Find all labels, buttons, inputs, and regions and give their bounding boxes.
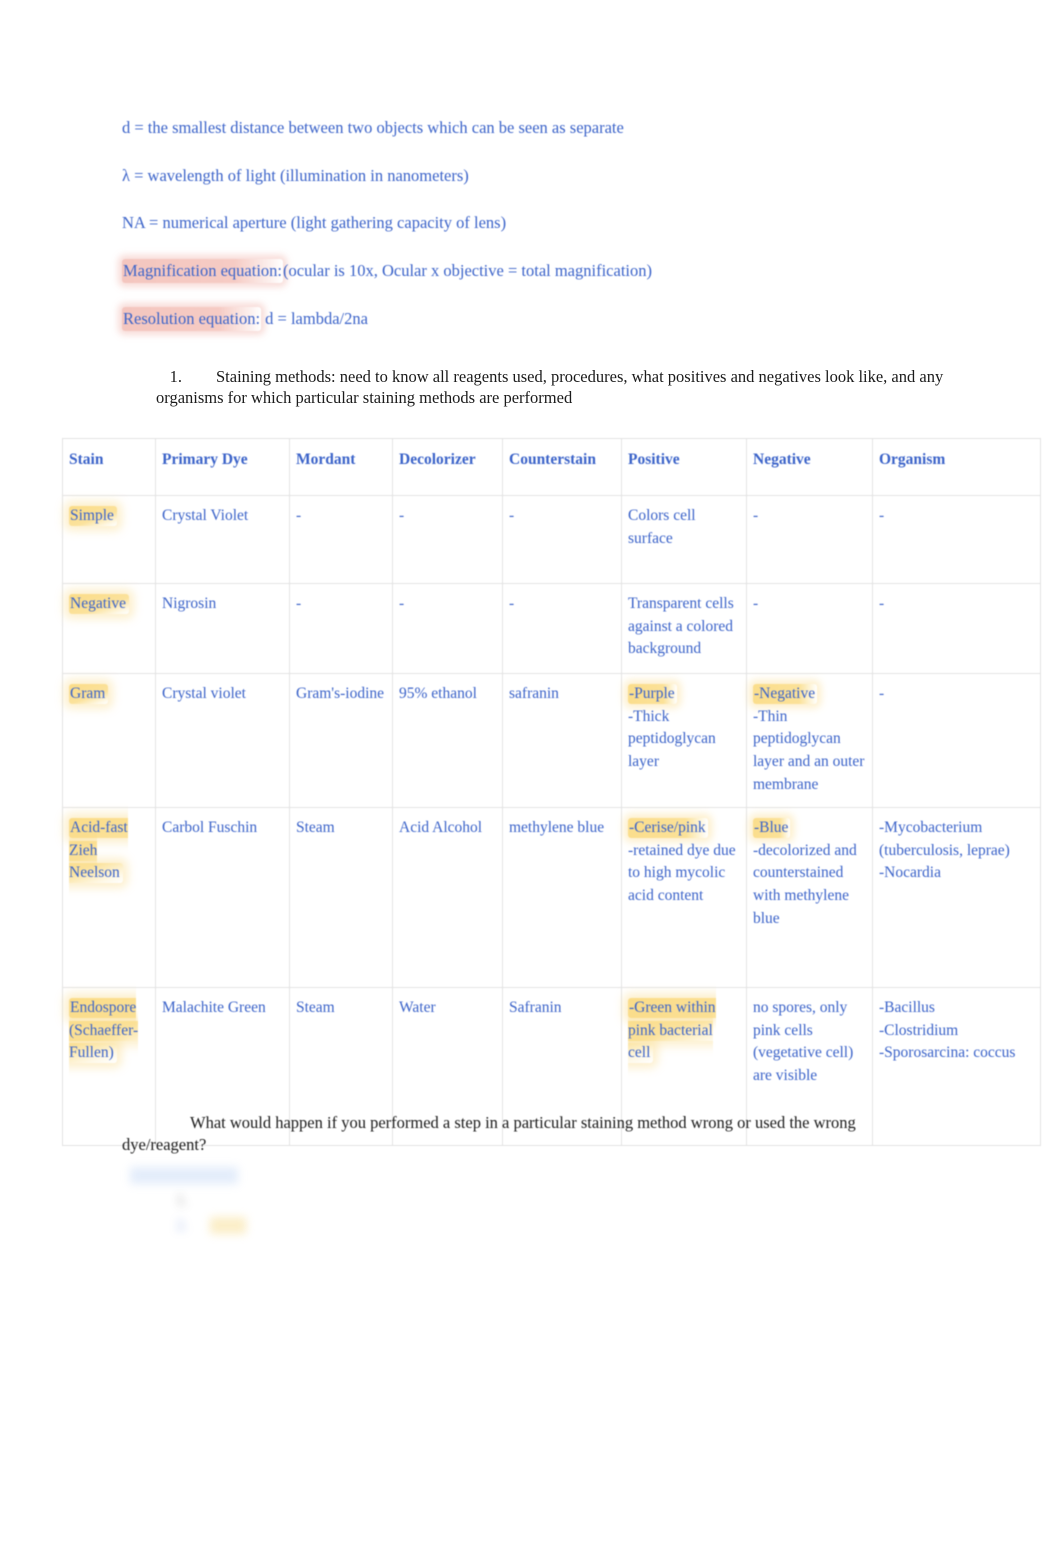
cell-mordant: - (289, 583, 393, 674)
cell-primary-dye: Carbol Fuschin (155, 807, 290, 988)
cell-counterstain: safranin (502, 673, 622, 808)
cell-primary-dye: Crystal Violet (155, 495, 290, 584)
cell-counterstain: methylene blue (502, 807, 622, 988)
definition-lambda: λ = wavelength of light (illumination in… (122, 165, 469, 185)
negative-line: -decolorized and counterstained with met… (753, 841, 857, 927)
positive-line: -Cerise/pink (628, 817, 740, 840)
positive-line: -retained dye due to high mycolic acid c… (628, 841, 736, 904)
cell-counterstain: - (502, 495, 622, 584)
definition-d: d = the smallest distance between two ob… (122, 118, 624, 137)
table-row: Gram Crystal violet Gram's-iodine 95% et… (62, 673, 1041, 808)
stain-name-highlighted: Endospore (Schaeffer-Fullen) (69, 998, 139, 1064)
cell-stain: Acid-fast Zieh Neelson (62, 807, 156, 988)
cell-negative: -Blue -decolorized and counterstained wi… (746, 807, 873, 988)
obscured-line-heading (130, 1164, 850, 1189)
stain-name-highlighted: Negative (69, 594, 129, 614)
list-marker: 1. (169, 367, 182, 386)
cell-decolorizer: Acid Alcohol (392, 807, 503, 988)
organism-line: -Mycobacterium (tuberculosis, leprae) (879, 819, 1010, 859)
cell-positive: -Purple -Thick peptidoglycan layer (621, 673, 747, 808)
cell-decolorizer: - (392, 583, 503, 674)
stain-name-highlighted: Simple (69, 506, 117, 526)
resolution-equation-line: Resolution equation: d = lambda/2na (122, 306, 952, 331)
magnification-equation-label: Magnification equation: (122, 258, 283, 283)
positive-result-highlighted: -Cerise/pink (628, 818, 708, 838)
cell-primary-dye: Nigrosin (155, 583, 290, 674)
cell-primary-dye: Crystal violet (155, 673, 290, 808)
definition-na: NA = numerical aperture (light gathering… (122, 213, 507, 233)
column-header-negative: Negative (746, 438, 873, 496)
cell-mordant: - (289, 495, 393, 584)
numbered-list-item: 1. Staining methods: need to know all re… (156, 366, 946, 408)
stain-name-highlighted: Gram (69, 684, 109, 704)
table-row: Acid-fast Zieh Neelson Carbol Fuschin St… (62, 807, 1041, 988)
cell-negative: -Negative -Thin peptidoglycan layer and … (746, 673, 873, 808)
cell-decolorizer: 95% ethanol (392, 673, 503, 808)
cell-positive: Transparent cells against a colored back… (621, 583, 747, 674)
cell-decolorizer: - (392, 495, 503, 584)
definitions-block: d = the smallest distance between two ob… (122, 118, 952, 331)
closing-question-paragraph: What would happen if you performed a ste… (122, 1113, 856, 1154)
cell-stain: Simple (62, 495, 156, 584)
cell-stain: Gram (62, 673, 156, 808)
organism-line: -Nocardia (879, 864, 941, 882)
obscured-line-2: 2. (130, 1214, 850, 1239)
cell-mordant: Steam (289, 807, 393, 988)
cell-stain: Negative (62, 583, 156, 674)
resolution-equation-value: d = lambda/2na (261, 308, 368, 328)
positive-result-highlighted: -Purple (628, 684, 677, 704)
table-row: Simple Crystal Violet - - - Colors cell … (62, 495, 1041, 584)
cell-positive: Colors cell surface (621, 495, 747, 584)
document-page: d = the smallest distance between two ob… (0, 0, 1062, 1556)
staining-methods-table-wrapper: Stain Primary Dye Mordant Decolorizer Co… (62, 438, 1041, 1146)
positive-line: -Purple (628, 683, 740, 706)
cell-counterstain: - (502, 583, 622, 674)
organism-line: -Clostridium (879, 1021, 959, 1039)
negative-line: -Negative (753, 683, 866, 706)
resolution-equation-label: Resolution equation: (122, 306, 262, 331)
organism-line: -Bacillus (879, 999, 935, 1016)
cell-organism: - (872, 495, 1041, 584)
staining-methods-table: Stain Primary Dye Mordant Decolorizer Co… (62, 438, 1041, 1146)
column-header-positive: Positive (621, 438, 747, 496)
list-item-text: Staining methods: need to know all reage… (156, 367, 944, 408)
table-header-row: Stain Primary Dye Mordant Decolorizer Co… (62, 438, 1041, 496)
positive-result-highlighted: -Green within pink bacterial cell (628, 998, 716, 1064)
column-header-counterstain: Counterstain (502, 438, 622, 496)
organism-line: -Sporosarcina: coccus (879, 1044, 1016, 1062)
positive-line: -Thick peptidoglycan layer (628, 707, 716, 770)
column-header-primary-dye: Primary Dye (155, 438, 290, 496)
obscured-line-1: 1. (176, 1191, 188, 1209)
column-header-mordant: Mordant (289, 438, 393, 496)
table-row: Negative Nigrosin - - - Transparent cell… (62, 583, 1041, 674)
column-header-organism: Organism (872, 438, 1041, 496)
magnification-equation-line: Magnification equation:(ocular is 10x, O… (122, 258, 952, 283)
cell-organism: - (872, 673, 1041, 808)
negative-line: -Thin peptidoglycan layer and an outer m… (753, 707, 865, 793)
obscured-answer-block: 1. 2. (130, 1164, 850, 1238)
column-header-decolorizer: Decolorizer (392, 438, 503, 496)
cell-organism: - (872, 583, 1041, 674)
stain-name-highlighted: Acid-fast Zieh Neelson (69, 818, 128, 884)
negative-line: -Blue (753, 817, 866, 840)
cell-organism: -Mycobacterium (tuberculosis, leprae) -N… (872, 807, 1041, 988)
column-header-stain: Stain (62, 438, 156, 496)
cell-negative: - (746, 583, 873, 674)
negative-result-highlighted: -Negative (753, 684, 818, 704)
cell-positive: -Cerise/pink -retained dye due to high m… (621, 807, 747, 988)
magnification-equation-value: (ocular is 10x, Ocular x objective = tot… (283, 260, 652, 280)
cell-negative: - (746, 495, 873, 584)
negative-result-highlighted: -Blue (753, 818, 791, 838)
cell-mordant: Gram's-iodine (289, 673, 393, 808)
